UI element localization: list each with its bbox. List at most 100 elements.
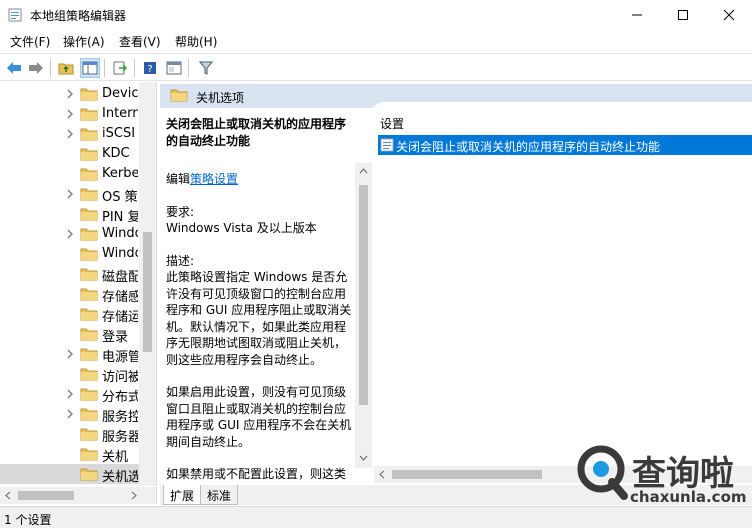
folder-icon <box>170 89 188 102</box>
tree-item[interactable]: 服务控 <box>0 404 156 425</box>
tree-item-label: Windo <box>102 246 138 261</box>
folder-icon <box>80 388 98 401</box>
scroll-left-icon[interactable] <box>378 470 386 479</box>
tree-vertical-scrollbar[interactable] <box>139 82 156 486</box>
tree-item[interactable]: 磁盘配 <box>0 264 156 285</box>
menu-file[interactable]: 文件(F) <box>10 33 50 50</box>
status-text: 1 个设置 <box>4 513 52 527</box>
back-arrow-icon <box>7 62 21 74</box>
export-list-icon <box>113 61 128 75</box>
scroll-thumb[interactable] <box>392 470 542 479</box>
settings-list[interactable]: 设置 关闭会阻止或取消关机的应用程序的自动终止功能 <box>372 102 752 482</box>
tree-item[interactable]: 关机 <box>0 444 156 465</box>
requirements-value: Windows Vista 及以上版本 <box>166 221 317 235</box>
requirements-label: 要求: <box>166 204 195 219</box>
back-button[interactable] <box>4 58 24 78</box>
list-item-label: 关闭会阻止或取消关机的应用程序的自动终止功能 <box>396 140 661 154</box>
tree-item[interactable]: iSCSI <box>0 124 156 144</box>
tree-item[interactable]: 登录 <box>0 324 156 345</box>
tree-item[interactable]: 访问被 <box>0 364 156 385</box>
app-icon <box>8 8 22 22</box>
tree-item[interactable]: Device <box>0 84 156 104</box>
tree-item[interactable]: 服务器 <box>0 424 156 445</box>
folder-icon <box>80 188 98 201</box>
scroll-down-icon[interactable] <box>359 454 368 462</box>
tree-item[interactable]: Windo <box>0 244 156 264</box>
chevron-right-icon[interactable] <box>66 389 74 399</box>
tree-pane[interactable]: 关机选 关机 服务器 服务控 分布式 访问被 电源管 登录 存储运 存储感 磁盘配 Windo Wind… <box>0 82 157 486</box>
chevron-right-icon[interactable] <box>66 89 74 99</box>
edit-prefix: 编辑 <box>166 172 191 186</box>
folder-icon <box>80 208 98 221</box>
scroll-up-icon[interactable] <box>359 167 368 175</box>
folder-icon <box>80 308 98 321</box>
tree-item[interactable]: Kerbe <box>0 164 156 184</box>
chevron-right-icon[interactable] <box>66 229 74 239</box>
edit-policy-link[interactable]: 策略设置 <box>190 172 238 186</box>
tree-item[interactable]: Intern <box>0 104 156 124</box>
scroll-left-icon[interactable] <box>4 491 12 500</box>
tree-item-label: KDC <box>102 146 130 161</box>
toolbar-separator <box>188 59 189 77</box>
menu-action[interactable]: 操作(A) <box>63 33 105 50</box>
toolbar: ? <box>0 53 752 81</box>
list-item[interactable]: 关闭会阻止或取消关机的应用程序的自动终止功能 <box>378 135 752 155</box>
scroll-thumb[interactable] <box>143 232 152 352</box>
tree-item[interactable]: PIN 复 <box>0 204 156 225</box>
description-label: 描述: <box>166 253 195 268</box>
tree-item[interactable]: 分布式 <box>0 384 156 405</box>
chevron-right-icon[interactable] <box>66 349 74 359</box>
menu-bar: 文件(F) 操作(A) 查看(V) 帮助(H) <box>0 30 752 52</box>
folder-icon <box>80 168 98 181</box>
folder-icon <box>80 448 98 461</box>
filter-button[interactable] <box>196 58 216 78</box>
up-folder-icon <box>58 63 74 75</box>
folder-icon <box>80 348 98 361</box>
tree-horizontal-scrollbar[interactable] <box>0 487 157 504</box>
column-header-setting[interactable]: 设置 <box>380 115 404 132</box>
maximize-button[interactable] <box>660 0 706 30</box>
folder-icon <box>80 368 98 381</box>
menu-view[interactable]: 查看(V) <box>119 33 161 50</box>
tree-item-label: 登录 <box>102 330 129 345</box>
folder-icon <box>80 428 98 441</box>
properties-button[interactable] <box>164 58 184 78</box>
export-list-button[interactable] <box>110 58 130 78</box>
minimize-button[interactable] <box>614 0 660 30</box>
scroll-right-icon[interactable] <box>130 491 138 500</box>
policy-setting-icon <box>380 138 394 152</box>
chevron-right-icon[interactable] <box>66 409 74 419</box>
tree-item[interactable]: 存储运 <box>0 304 156 325</box>
forward-arrow-icon <box>29 62 43 74</box>
menu-help[interactable]: 帮助(H) <box>175 33 217 50</box>
folder-icon <box>80 268 98 281</box>
description-text: 此策略设置指定 Windows 是否允许没有可见顶级窗口的控制台应用程序和 GU… <box>166 270 352 367</box>
scroll-thumb[interactable] <box>359 185 368 405</box>
status-bar: 1 个设置 <box>0 506 752 528</box>
show-hide-tree-button[interactable] <box>80 58 100 78</box>
tree-item-label: 磁盘配 <box>102 270 138 285</box>
tree-item-label: 电源管 <box>102 350 138 365</box>
chevron-right-icon[interactable] <box>66 189 74 199</box>
tree-item[interactable]: OS 策 <box>0 184 156 205</box>
forward-button[interactable] <box>26 58 46 78</box>
tree-item[interactable]: 电源管 <box>0 344 156 365</box>
tree-item[interactable]: 关机选 <box>0 464 156 485</box>
folder-icon <box>80 128 98 141</box>
tree-item[interactable]: Windo <box>0 224 156 244</box>
tab-extended[interactable]: 扩展 <box>163 485 202 505</box>
tree-item[interactable]: KDC <box>0 144 156 164</box>
tree-item-label: Intern <box>102 106 138 121</box>
tree-item[interactable]: 存储感 <box>0 284 156 305</box>
chevron-right-icon[interactable] <box>66 109 74 119</box>
chevron-right-icon[interactable] <box>66 129 74 139</box>
folder-icon <box>80 408 98 421</box>
close-button[interactable] <box>706 0 752 30</box>
scroll-thumb[interactable] <box>18 491 74 500</box>
help-button[interactable]: ? <box>140 58 160 78</box>
tree-item-label: 分布式 <box>102 390 138 405</box>
description-vertical-scrollbar[interactable] <box>355 163 372 468</box>
tab-standard[interactable]: 标准 <box>200 485 239 505</box>
up-level-button[interactable] <box>56 58 76 78</box>
window-title: 本地组策略编辑器 <box>30 9 127 23</box>
